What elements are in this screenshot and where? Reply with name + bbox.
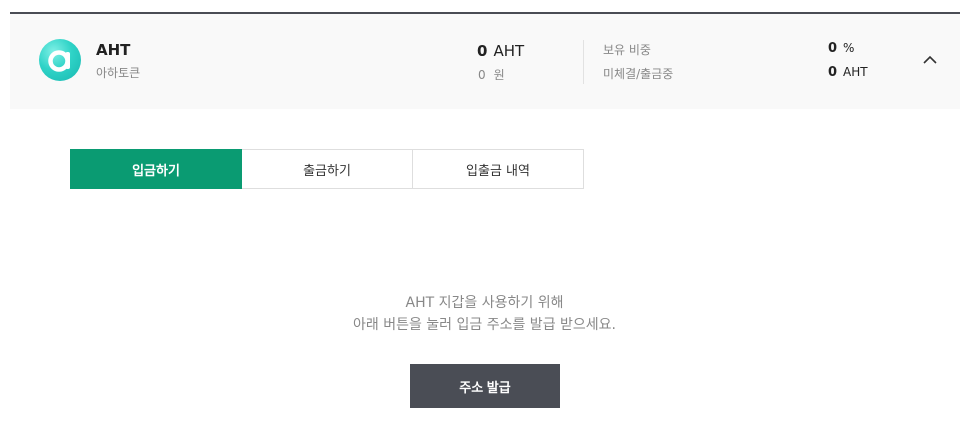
holding-ratio-value: 0% bbox=[828, 41, 854, 56]
wallet-info-line-2: 아래 버튼을 눌러 입금 주소를 발급 받으세요. bbox=[353, 317, 616, 333]
holding-ratio-number: 0 bbox=[828, 41, 838, 56]
chevron-up-icon[interactable] bbox=[922, 52, 938, 68]
coin-symbol: AHT bbox=[96, 41, 131, 59]
pending-number: 0 bbox=[828, 65, 838, 80]
coin-balance-unit: AHT bbox=[493, 42, 525, 60]
vertical-divider bbox=[583, 40, 584, 84]
wallet-info-line-1: AHT 지갑을 사용하기 위해 bbox=[405, 295, 564, 311]
coin-name: 아하토큰 bbox=[96, 66, 141, 80]
krw-balance: 0원 bbox=[478, 66, 505, 83]
tab-withdraw[interactable]: 출금하기 bbox=[242, 149, 413, 189]
pending-value: 0 AHT bbox=[828, 65, 868, 80]
coin-balance: 0 AHT bbox=[477, 42, 524, 60]
deposit-withdraw-tabs: 입금하기 출금하기 입출금 내역 bbox=[70, 149, 584, 189]
krw-balance-unit: 원 bbox=[493, 68, 505, 82]
krw-balance-amount: 0 bbox=[478, 68, 486, 82]
holding-ratio-label: 보유 비중 bbox=[603, 43, 651, 57]
coin-summary-row[interactable]: AHT 아하토큰 0 AHT 0원 보유 비중 미체결/출금중 0% 0 AHT bbox=[10, 14, 960, 109]
pending-label: 미체결/출금중 bbox=[603, 67, 674, 81]
issue-address-button[interactable]: 주소 발급 bbox=[410, 364, 560, 408]
tab-history[interactable]: 입출금 내역 bbox=[413, 149, 584, 189]
tab-deposit[interactable]: 입금하기 bbox=[70, 149, 242, 189]
holding-ratio-unit: % bbox=[843, 41, 855, 55]
coin-balance-amount: 0 bbox=[477, 42, 488, 60]
pending-unit: AHT bbox=[843, 65, 868, 79]
aht-logo-icon bbox=[39, 39, 81, 81]
